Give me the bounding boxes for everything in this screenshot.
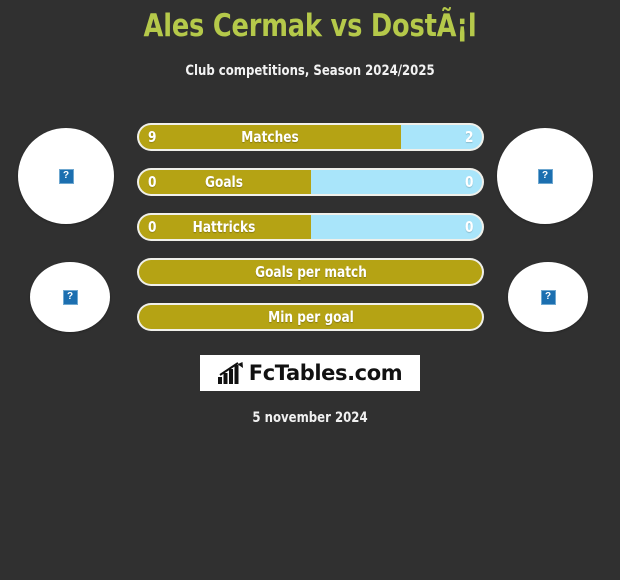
stat-bar-away-segment: 0 bbox=[310, 215, 482, 239]
broken-image-icon: ? bbox=[537, 168, 553, 184]
stat-bar-home-segment: 0 bbox=[139, 170, 311, 194]
stat-bar-away-segment: 0 bbox=[310, 170, 482, 194]
broken-image-icon: ? bbox=[62, 289, 78, 305]
away-player-photo: ? bbox=[497, 128, 593, 224]
page-subtitle: Club competitions, Season 2024/2025 bbox=[185, 63, 435, 79]
stat-bar-track: 00 bbox=[139, 215, 482, 239]
stat-away-value: 2 bbox=[464, 128, 473, 146]
stat-bar-list: 9 2 Matches 0 0 Goals 0 0 Hattricks Goals per mat… bbox=[137, 123, 484, 348]
stat-bar-row: Goals per match bbox=[137, 258, 484, 286]
stat-bar-track bbox=[139, 305, 482, 329]
home-club-logo: ? bbox=[30, 262, 110, 332]
stat-bar-row: 0 0 Goals bbox=[137, 168, 484, 196]
bar-chart-icon bbox=[217, 362, 243, 384]
fctables-logo[interactable]: FcTables.com bbox=[200, 355, 420, 391]
fctables-logo-text: FcTables.com bbox=[248, 361, 403, 385]
stat-bar-home-segment bbox=[139, 260, 482, 284]
comparison-infographic: Ales Cermak vs DostÃ¡l Club competitions… bbox=[0, 0, 620, 580]
stat-away-value: 0 bbox=[464, 173, 473, 191]
stat-bar-home-segment: 0 bbox=[139, 215, 311, 239]
stat-bar-row: 0 0 Hattricks bbox=[137, 213, 484, 241]
away-club-logo: ? bbox=[508, 262, 588, 332]
stat-bar-row: 9 2 Matches bbox=[137, 123, 484, 151]
stat-bar-home-segment: 9 bbox=[139, 125, 402, 149]
home-player-photo: ? bbox=[18, 128, 114, 224]
stat-away-value: 0 bbox=[464, 218, 473, 236]
stat-home-value: 0 bbox=[148, 218, 157, 236]
stat-bar-row: Min per goal bbox=[137, 303, 484, 331]
stat-bar-track: 00 bbox=[139, 170, 482, 194]
stat-bar-track: 92 bbox=[139, 125, 482, 149]
stat-bar-away-segment: 2 bbox=[401, 125, 482, 149]
broken-image-icon: ? bbox=[540, 289, 556, 305]
stat-bar-home-segment bbox=[139, 305, 482, 329]
date-label: 5 november 2024 bbox=[252, 410, 368, 426]
stat-home-value: 9 bbox=[148, 128, 157, 146]
stat-home-value: 0 bbox=[148, 173, 157, 191]
page-title: Ales Cermak vs DostÃ¡l bbox=[143, 8, 477, 44]
broken-image-icon: ? bbox=[58, 168, 74, 184]
stat-bar-track bbox=[139, 260, 482, 284]
